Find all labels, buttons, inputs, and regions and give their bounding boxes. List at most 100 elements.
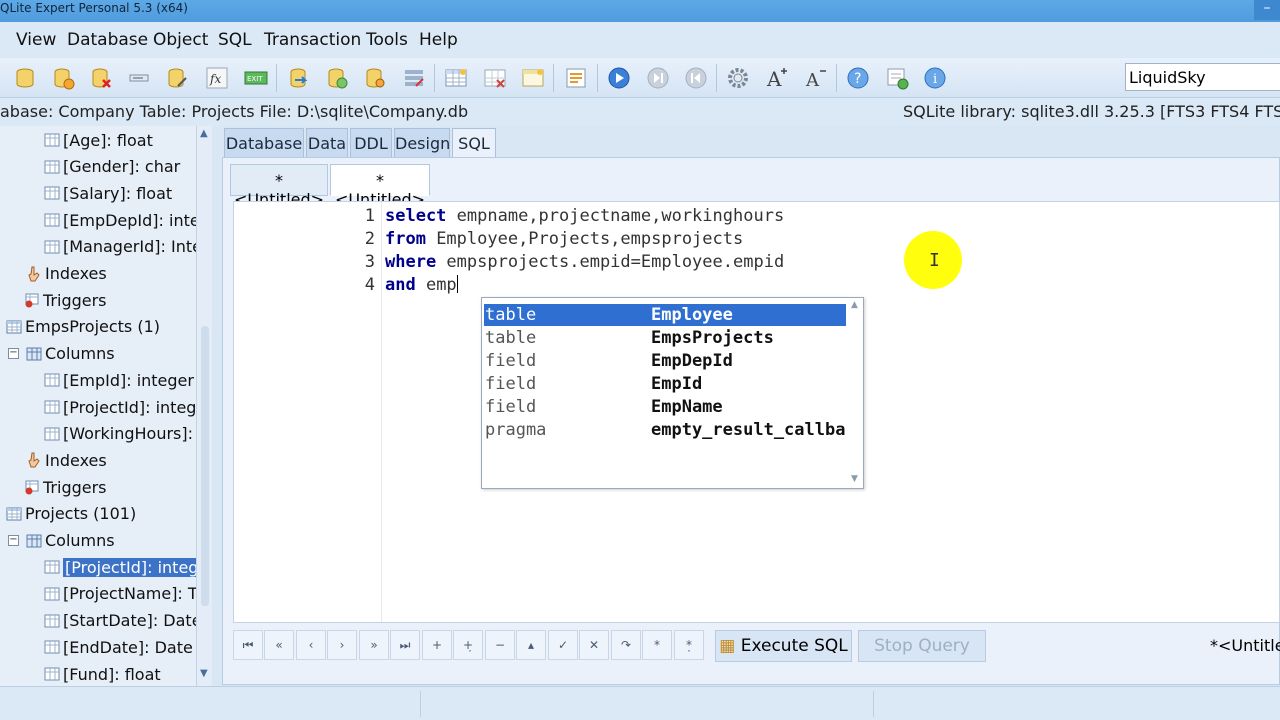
scroll-up-icon[interactable]: ▲ xyxy=(851,300,858,310)
font-increase-icon[interactable]: A xyxy=(764,65,790,91)
scroll-down-icon[interactable]: ▼ xyxy=(851,474,858,484)
settings-icon[interactable] xyxy=(725,65,751,91)
tab-data[interactable]: Data xyxy=(306,128,348,158)
nav-goto-bookmark-button[interactable]: *̣ xyxy=(674,630,704,660)
scroll-down-icon[interactable]: ▼ xyxy=(200,668,208,679)
add-database-icon[interactable] xyxy=(50,65,76,91)
tree-column-item[interactable]: [Gender]: char xyxy=(44,154,180,180)
execute-sql-button[interactable]: ▦ Execute SQL xyxy=(715,630,852,662)
tree-triggers-folder[interactable]: Triggers xyxy=(24,474,107,500)
tab-design[interactable]: Design xyxy=(394,128,450,158)
skin-selector[interactable]: LiquidSky xyxy=(1125,63,1280,91)
menu-sql[interactable]: SQL xyxy=(218,30,252,50)
tree-table-item[interactable]: EmpsProjects (1) xyxy=(6,314,160,340)
run-icon[interactable] xyxy=(606,65,632,91)
tree-indexes-folder[interactable]: Indexes xyxy=(26,261,107,287)
nav-prior-page-button[interactable]: « xyxy=(264,630,294,660)
script-icon[interactable] xyxy=(563,65,589,91)
import-icon[interactable] xyxy=(362,65,388,91)
nav-edit-button[interactable]: ▴ xyxy=(516,630,546,660)
code-line[interactable]: and emp xyxy=(385,275,458,295)
nav-next-page-button[interactable]: » xyxy=(359,630,389,660)
tree-column-item[interactable]: [ManagerId]: Inte xyxy=(44,234,202,260)
popup-scrollbar[interactable]: ▲ ▼ xyxy=(847,298,863,488)
help-icon[interactable]: ? xyxy=(845,65,871,91)
nav-post-button[interactable]: ✓ xyxy=(548,630,578,660)
delete-table-icon[interactable] xyxy=(482,65,508,91)
menu-help[interactable]: Help xyxy=(419,30,458,50)
tree-scrollbar[interactable]: ▲ ▼ xyxy=(196,126,212,686)
autocomplete-item[interactable]: field EmpId xyxy=(484,373,846,395)
autocomplete-item[interactable]: pragma empty_result_callbacks xyxy=(484,419,846,441)
nav-bookmark-button[interactable]: * xyxy=(642,630,672,660)
tree-column-item[interactable]: [EmpDepId]: integ xyxy=(44,207,210,233)
tree-column-item[interactable]: [Salary]: float xyxy=(44,180,172,206)
nav-last-button[interactable]: ⏭ xyxy=(390,630,420,660)
tree-column-item[interactable]: [Age]: float xyxy=(44,127,153,153)
tree-column-item[interactable]: [ProjectName]: Te xyxy=(44,581,205,607)
collapse-icon[interactable]: − xyxy=(8,347,19,359)
compact-icon[interactable] xyxy=(164,65,190,91)
autocomplete-item[interactable]: field EmpName xyxy=(484,396,846,418)
scroll-up-icon[interactable]: ▲ xyxy=(200,128,208,139)
edit-icon[interactable] xyxy=(126,65,152,91)
tree-indexes-folder[interactable]: Indexes xyxy=(26,447,107,473)
document-tab[interactable]: *<Untitled> xyxy=(1210,636,1280,655)
tree-triggers-folder[interactable]: Triggers xyxy=(24,287,107,313)
tree-column-item[interactable]: [EmpId]: integer xyxy=(44,367,194,393)
menu-view[interactable]: View xyxy=(16,30,56,50)
item-kind: pragma xyxy=(485,420,547,440)
tab-database[interactable]: Database xyxy=(224,128,304,158)
nav-prior-button[interactable]: ‹ xyxy=(296,630,326,660)
tree-column-item[interactable]: [StartDate]: Date xyxy=(44,608,202,634)
code-line[interactable]: from Employee,Projects,empsprojects xyxy=(385,229,743,249)
nav-cancel-button[interactable]: ✕ xyxy=(579,630,609,660)
new-database-icon[interactable] xyxy=(12,65,38,91)
collapse-icon[interactable]: − xyxy=(8,534,19,546)
new-table-icon[interactable] xyxy=(443,65,469,91)
nav-next-button[interactable]: › xyxy=(327,630,357,660)
editor-tab-active[interactable]: *<Untitled> xyxy=(330,164,430,209)
font-decrease-icon[interactable]: A xyxy=(803,65,829,91)
tab-ddl[interactable]: DDL xyxy=(350,128,392,158)
export-icon[interactable] xyxy=(401,65,427,91)
tree-column-item[interactable]: [Fund]: float xyxy=(44,661,161,686)
minimize-button[interactable]: – xyxy=(1254,0,1280,20)
nav-first-button[interactable]: ⏮ xyxy=(233,630,263,660)
tab-sql[interactable]: SQL xyxy=(452,128,496,158)
menu-transaction[interactable]: Transaction xyxy=(264,30,361,50)
autocomplete-item[interactable]: table EmpsProjects xyxy=(484,327,846,349)
tree-column-item[interactable]: [WorkingHours]: f xyxy=(44,421,204,447)
menu-database[interactable]: Database xyxy=(67,30,148,50)
tree-column-item[interactable]: [EndDate]: Date xyxy=(44,634,193,660)
nav-insert-button[interactable]: + xyxy=(422,630,452,660)
nav-refresh-button[interactable]: ↷ xyxy=(611,630,641,660)
code-line[interactable]: select empname,projectname,workinghours xyxy=(385,206,784,226)
register-icon[interactable] xyxy=(884,65,910,91)
scroll-thumb[interactable] xyxy=(201,326,209,606)
autocomplete-item-selected[interactable]: table Employee xyxy=(484,304,846,326)
exit-icon[interactable]: EXIT xyxy=(243,65,269,91)
editor-tab[interactable]: *<Untitled> xyxy=(230,164,328,209)
tree-columns-folder[interactable]: Columns xyxy=(26,341,115,367)
code-line[interactable]: where empsprojects.empid=Employee.empid xyxy=(385,252,784,272)
autocomplete-item[interactable]: field EmpDepId xyxy=(484,350,846,372)
menu-object[interactable]: Object xyxy=(153,30,208,50)
backup-icon[interactable] xyxy=(286,65,312,91)
function-icon[interactable]: fx xyxy=(204,65,230,91)
tree-columns-folder[interactable]: Columns xyxy=(26,528,115,554)
tree-column-item[interactable]: [ProjectId]: intege xyxy=(44,394,206,420)
info-icon[interactable]: i xyxy=(922,65,948,91)
nav-delete-button[interactable]: − xyxy=(485,630,515,660)
new-view-icon[interactable] xyxy=(520,65,546,91)
menu-tools[interactable]: Tools xyxy=(366,30,408,50)
restore-icon[interactable] xyxy=(324,65,350,91)
autocomplete-popup[interactable]: table Employee table EmpsProjects field Emp… xyxy=(481,297,864,489)
tree-table-item[interactable]: Projects (101) xyxy=(6,501,136,527)
stop-query-button[interactable]: Stop Query xyxy=(858,630,986,662)
back-icon[interactable] xyxy=(683,65,709,91)
skip-icon[interactable] xyxy=(645,65,671,91)
remove-database-icon[interactable] xyxy=(88,65,114,91)
tree-column-item[interactable]: [ProjectId]: intege xyxy=(44,554,211,580)
nav-append-button[interactable]: +̣ xyxy=(453,630,483,660)
